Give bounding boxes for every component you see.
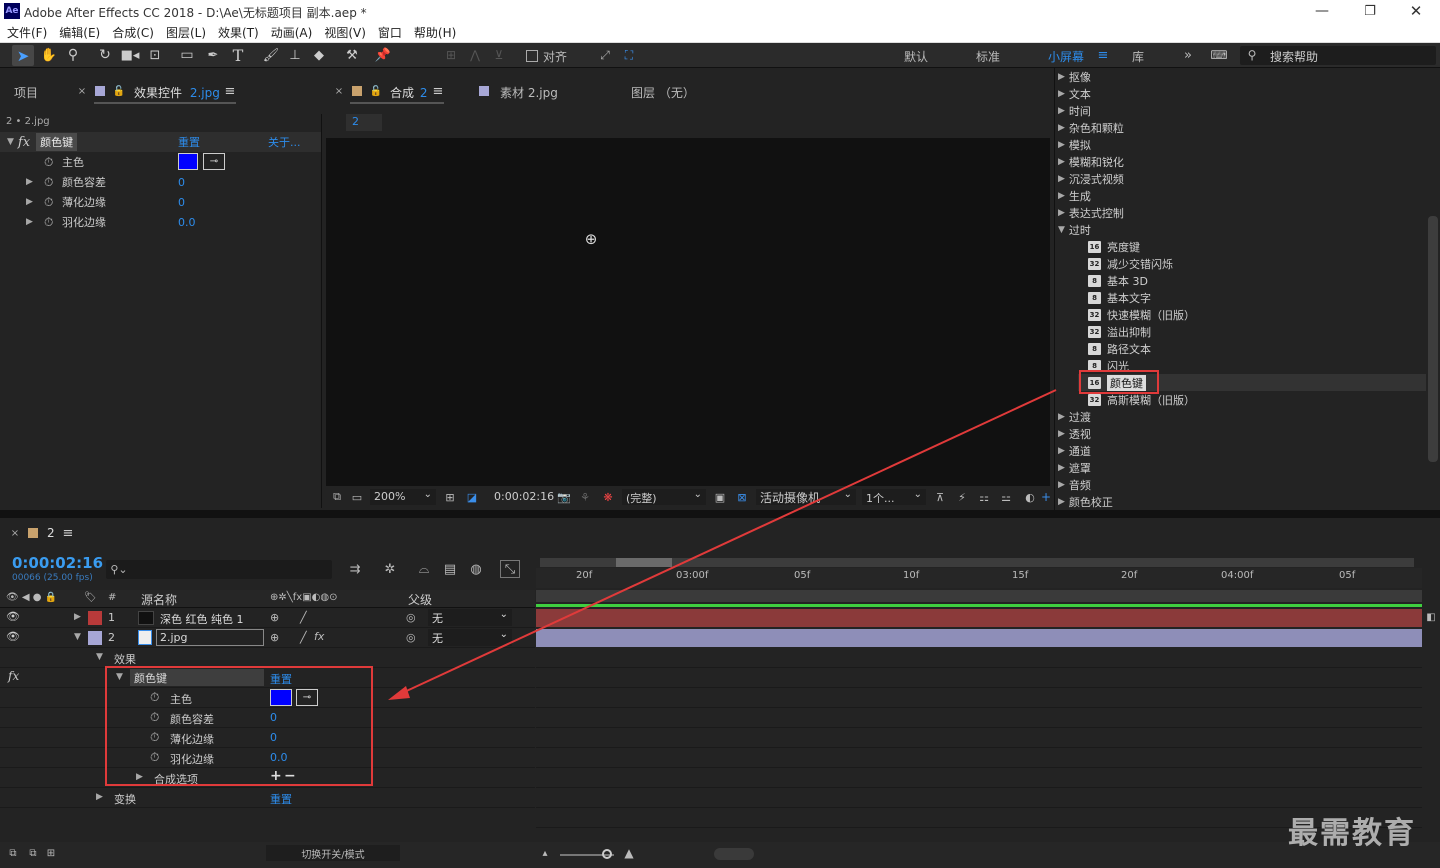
watermark-text: 最需教育 — [1288, 816, 1416, 851]
annotation-arrow — [388, 389, 1057, 700]
